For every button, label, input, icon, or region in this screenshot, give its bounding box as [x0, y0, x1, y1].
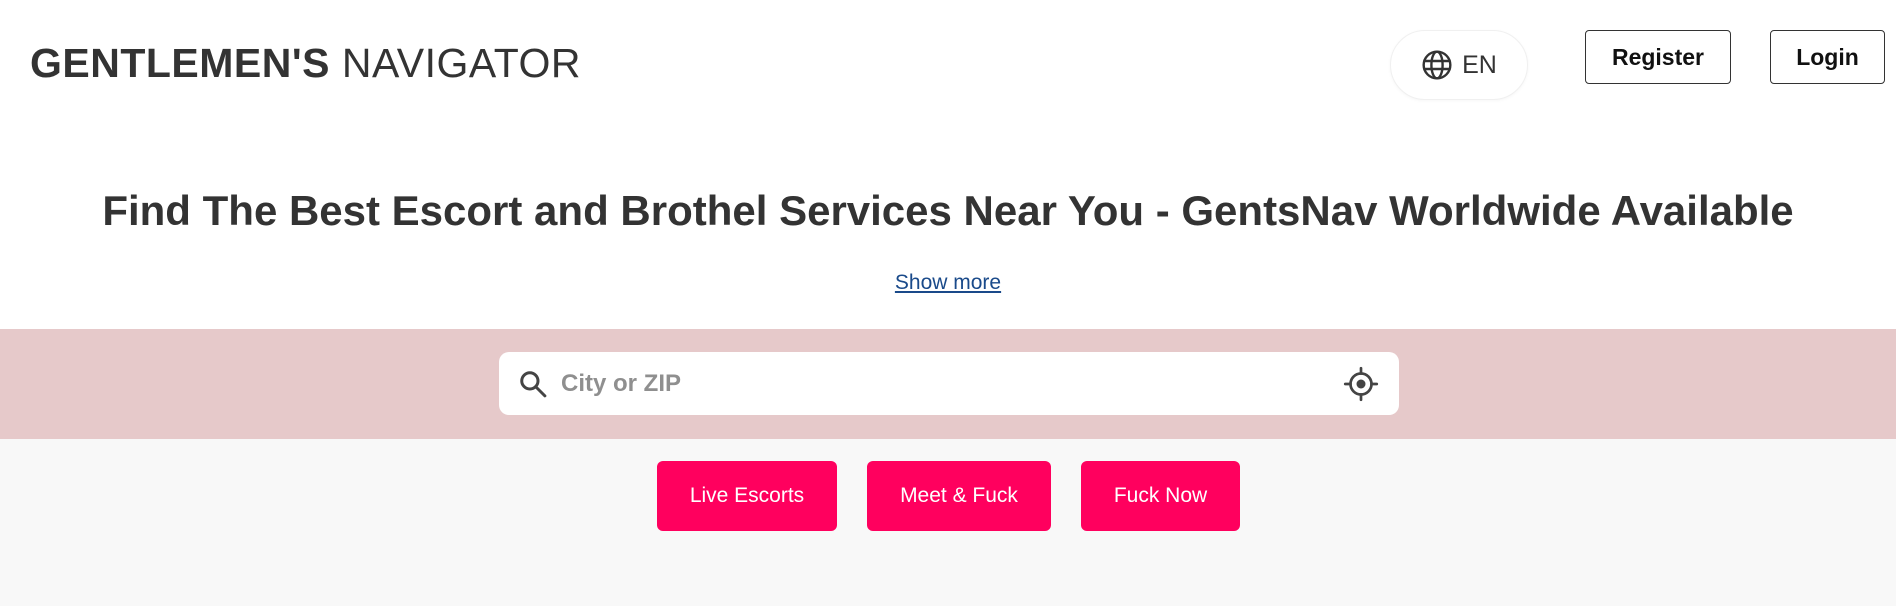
show-more-link[interactable]: Show more: [895, 271, 1001, 294]
register-button[interactable]: Register: [1585, 30, 1731, 84]
crosshair-icon[interactable]: [1343, 366, 1379, 402]
login-button[interactable]: Login: [1770, 30, 1885, 84]
language-label: EN: [1462, 50, 1497, 79]
city-zip-search-input[interactable]: [561, 362, 1321, 406]
meet-and-fuck-button[interactable]: Meet & Fuck: [867, 461, 1051, 531]
site-header: GENTLEMEN'S NAVIGATOR EN Register Login: [0, 0, 1896, 126]
language-selector[interactable]: EN: [1390, 30, 1528, 100]
search-icon: [518, 369, 548, 399]
search-band: [0, 329, 1896, 439]
logo-light-text: NAVIGATOR: [330, 40, 582, 86]
search-box: [499, 352, 1399, 415]
page-headline: Find The Best Escort and Brothel Service…: [102, 187, 1794, 234]
live-escorts-button[interactable]: Live Escorts: [657, 461, 837, 531]
fuck-now-button[interactable]: Fuck Now: [1081, 461, 1240, 531]
site-logo[interactable]: GENTLEMEN'S NAVIGATOR: [30, 38, 581, 88]
show-more-container: Show more: [0, 270, 1896, 296]
globe-icon: [1421, 49, 1453, 81]
logo-strong-text: GENTLEMEN'S: [30, 40, 330, 86]
category-area: Live Escorts Meet & Fuck Fuck Now: [0, 439, 1896, 606]
